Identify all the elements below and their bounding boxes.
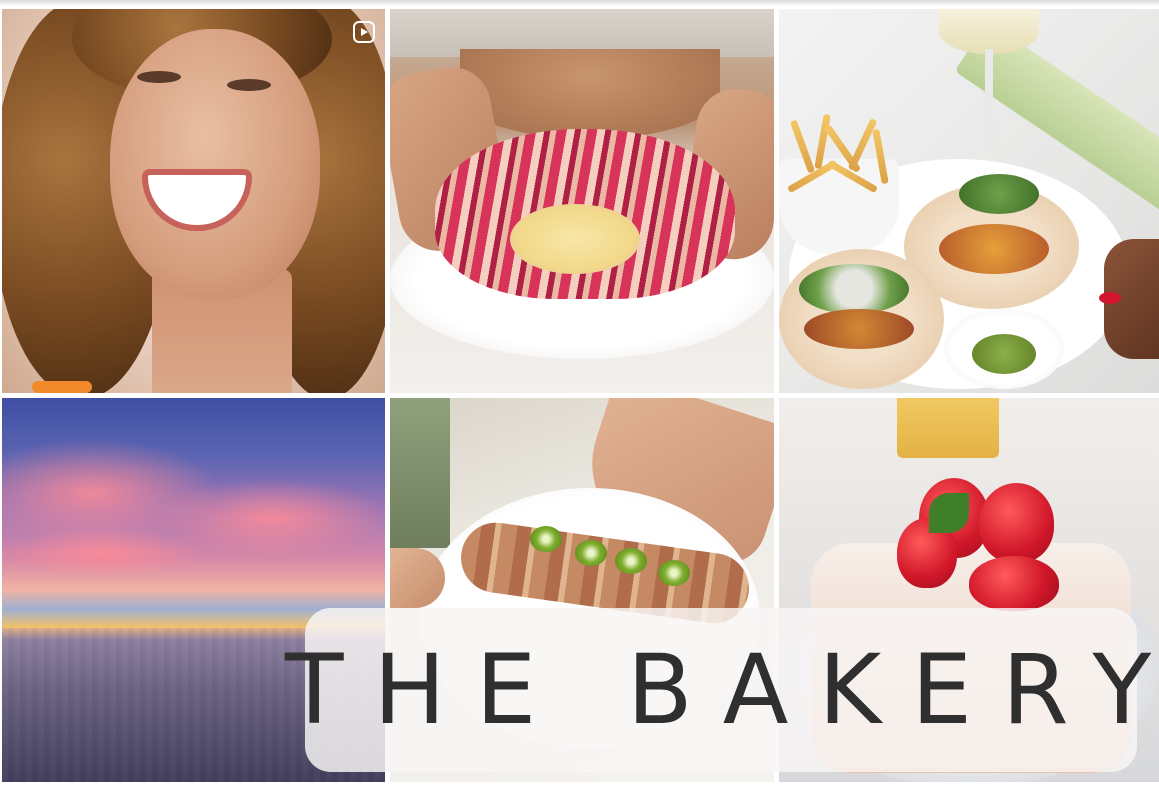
jalapeno-slice: [575, 540, 607, 566]
jalapeno-slice: [615, 548, 647, 574]
top-divider: [0, 0, 1159, 6]
post-tile-portrait-reel[interactable]: [2, 9, 385, 393]
strawberry: [979, 483, 1054, 563]
strawberry-half: [969, 556, 1059, 611]
post-tile-tacos[interactable]: [779, 9, 1159, 393]
reel-icon: [353, 21, 375, 43]
banner-title: THE BAKERY: [284, 634, 1159, 746]
title-banner: THE BAKERY: [285, 608, 1151, 772]
taco-filling-left: [804, 309, 914, 349]
juice-glass: [897, 398, 999, 458]
portrait-face: [110, 29, 320, 299]
jalapeno-slice: [658, 560, 690, 586]
portrait-eye-right: [227, 79, 271, 91]
croissant-filling: [510, 204, 640, 274]
strawberry-leaf: [929, 493, 969, 533]
portrait-eye-left: [137, 71, 181, 83]
jalapeno-slice: [530, 526, 562, 552]
red-nail: [1099, 292, 1121, 304]
greens: [959, 174, 1039, 214]
sleeve: [390, 398, 450, 548]
cloud: [2, 528, 202, 578]
wine-glass: [939, 9, 1039, 54]
torso: [460, 49, 720, 139]
pesto: [972, 334, 1036, 374]
taco-filling: [939, 224, 1049, 274]
profile-post-grid: THE BAKERY: [0, 0, 1159, 785]
orange-top: [32, 381, 92, 393]
slaw: [799, 264, 909, 314]
wine-glass-stem: [985, 49, 993, 149]
post-tile-croissant[interactable]: [390, 9, 774, 393]
